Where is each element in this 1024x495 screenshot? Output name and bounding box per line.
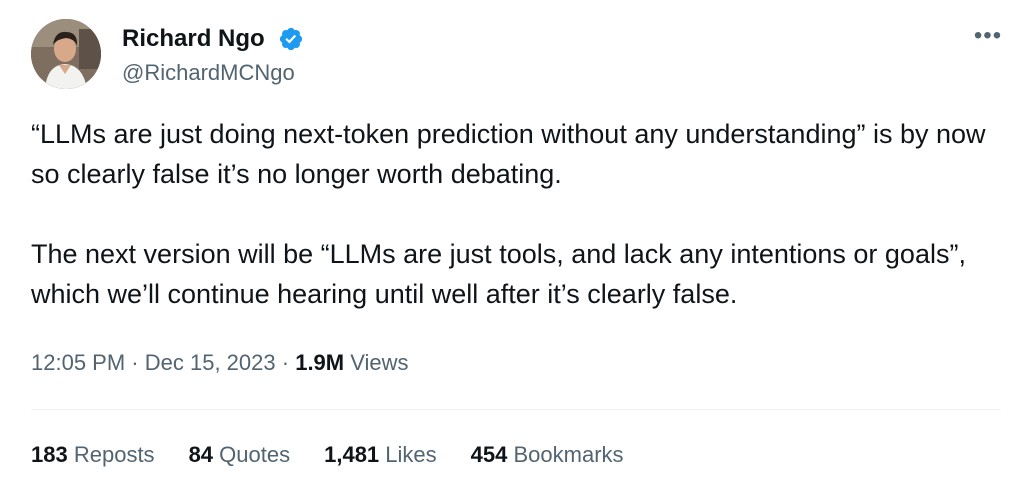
tweet-card: Richard Ngo @RichardMCNgo ••• “LLMs are … xyxy=(0,0,1024,495)
avatar-image xyxy=(31,19,101,89)
avatar[interactable] xyxy=(31,19,101,89)
likes-label: Likes xyxy=(385,442,437,467)
engagement-stats: 183 Reposts 84 Quotes 1,481 Likes 454 Bo… xyxy=(31,440,624,470)
tweet-date[interactable]: Dec 15, 2023 xyxy=(145,350,276,375)
verified-badge-icon xyxy=(279,27,303,51)
views-count: 1.9M xyxy=(295,350,345,375)
more-options-icon[interactable]: ••• xyxy=(968,24,1008,50)
tweet-paragraph: The next version will be “LLMs are just … xyxy=(31,239,966,309)
author-name[interactable]: Richard Ngo xyxy=(122,24,265,54)
quotes-label: Quotes xyxy=(219,442,291,467)
reposts-count: 183 xyxy=(31,442,68,467)
bookmarks-stat[interactable]: 454 Bookmarks xyxy=(471,440,624,470)
divider xyxy=(31,409,1001,410)
reposts-label: Reposts xyxy=(73,442,155,467)
tweet-text: “LLMs are just doing next-token predicti… xyxy=(31,114,996,314)
quotes-count: 84 xyxy=(188,442,214,467)
meta-separator: · xyxy=(131,350,139,375)
quotes-stat[interactable]: 84 Quotes xyxy=(189,440,291,470)
likes-count: 1,481 xyxy=(324,442,380,467)
likes-stat[interactable]: 1,481 Likes xyxy=(324,440,437,470)
tweet-meta: 12:05 PM · Dec 15, 2023 · 1.9M Views xyxy=(31,348,409,378)
author-handle[interactable]: @RichardMCNgo xyxy=(122,58,295,88)
views-label: Views xyxy=(350,350,409,375)
meta-separator: · xyxy=(281,350,290,375)
reposts-stat[interactable]: 183 Reposts xyxy=(31,440,155,470)
bookmarks-count: 454 xyxy=(470,442,508,467)
tweet-time[interactable]: 12:05 PM xyxy=(31,350,125,375)
bookmarks-label: Bookmarks xyxy=(513,442,624,467)
tweet-paragraph: “LLMs are just doing next-token predicti… xyxy=(31,119,986,189)
